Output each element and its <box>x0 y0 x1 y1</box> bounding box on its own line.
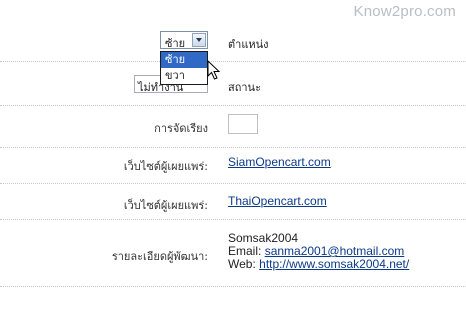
publisher-label-1: เว็บไซต์ผู้เผยแพร่: <box>123 160 208 173</box>
position-select[interactable]: ซ้าย <box>160 31 208 50</box>
position-label: ตำแหน่ง <box>228 38 269 51</box>
sort-order-input[interactable] <box>228 114 258 134</box>
developer-web-link[interactable]: http://www.somsak2004.net/ <box>259 257 409 271</box>
developer-label: รายละเอียดผู้พัฒนา: <box>111 250 208 263</box>
developer-email-link[interactable]: sanma2001@hotmail.com <box>265 244 405 258</box>
status-label: สถานะ <box>228 81 261 94</box>
dropdown-option-right[interactable]: ขวา <box>161 68 207 84</box>
email-label: Email: <box>228 244 262 258</box>
position-dropdown-list: ซ้าย ขวา <box>160 51 208 85</box>
chevron-down-icon[interactable] <box>192 33 206 47</box>
mouse-pointer-icon <box>207 60 221 80</box>
thaiopencart-link[interactable]: ThaiOpencart.com <box>228 194 327 208</box>
publisher-label-2: เว็บไซต์ผู้เผยแพร่: <box>123 199 208 212</box>
siamopencart-link[interactable]: SiamOpencart.com <box>228 155 331 169</box>
developer-details: Somsak2004 Email: sanma2001@hotmail.com … <box>228 232 409 271</box>
web-label: Web: <box>228 257 256 271</box>
dropdown-option-left[interactable]: ซ้าย <box>161 52 207 68</box>
watermark-text: Know2pro.com <box>353 3 456 20</box>
position-select-value: ซ้าย <box>165 37 186 50</box>
sort-order-label: การจัดเรียง <box>154 122 208 135</box>
